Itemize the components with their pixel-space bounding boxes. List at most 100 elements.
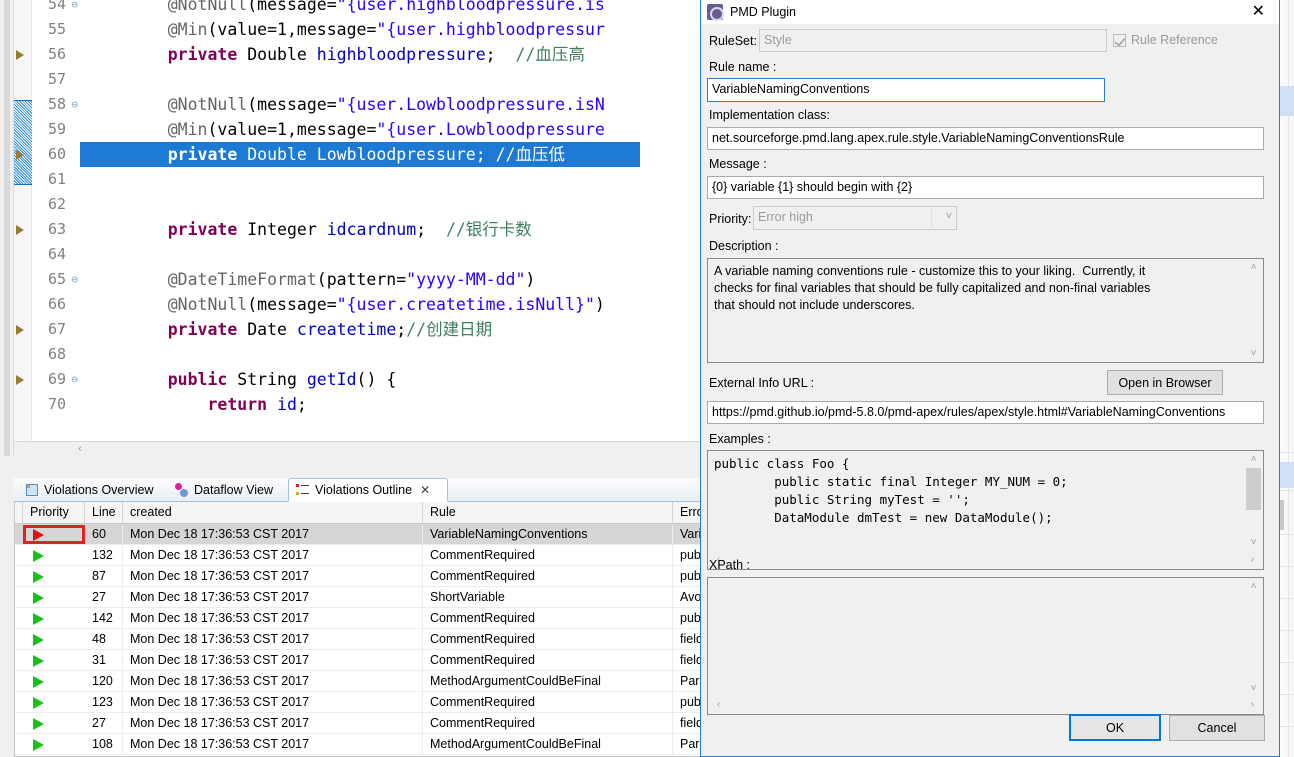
- code-token: "yyyy-MM-dd": [406, 270, 526, 289]
- fold-toggle-icon[interactable]: ⊖: [71, 367, 78, 392]
- description-textarea[interactable]: A variable naming conventions rule - cus…: [707, 258, 1264, 363]
- table-row[interactable]: 123 Mon Dec 18 17:36:53 CST 2017 CommentRe…: [15, 692, 706, 713]
- table-row[interactable]: 142 Mon Dec 18 17:36:53 CST 2017 CommentRe…: [15, 608, 706, 629]
- column-header-line[interactable]: Line: [85, 502, 123, 523]
- fold-toggle-icon[interactable]: ⊖: [71, 267, 78, 292]
- scroll-left-icon[interactable]: ‹: [711, 697, 726, 713]
- tab-violations-overview[interactable]: Violations Overview: [18, 478, 168, 502]
- code-token: (value=: [207, 120, 278, 139]
- code-line[interactable]: [80, 342, 128, 367]
- code-line[interactable]: [80, 67, 128, 92]
- cell-rule: MethodArgumentCouldBeFinal: [423, 734, 673, 754]
- code-line[interactable]: @NotNull(message="{user.createtime.isNul…: [80, 292, 605, 317]
- examples-horizontal-scrollbar[interactable]: ‹ ›: [709, 552, 1262, 568]
- implementation-class-label: Implementation class:: [709, 108, 830, 122]
- examples-vertical-scrollbar[interactable]: ˄ ˅: [1245, 452, 1262, 568]
- tab-close-icon[interactable]: ✕: [420, 483, 430, 497]
- code-line[interactable]: public String getId() {: [80, 367, 397, 392]
- xpath-vertical-scrollbar[interactable]: ˄ ˅: [1245, 579, 1262, 696]
- scroll-right-icon[interactable]: ›: [1245, 552, 1260, 568]
- code-line[interactable]: [80, 242, 128, 267]
- column-header-rule[interactable]: Rule: [423, 502, 673, 523]
- code-token: @Min: [167, 120, 208, 139]
- column-header-created[interactable]: created: [123, 502, 423, 523]
- code-line[interactable]: @NotNull(message="{user.highbloodpressur…: [80, 0, 605, 17]
- dialog-title: PMD Plugin: [730, 5, 796, 19]
- tab-violations-outline[interactable]: Violations Outline ✕: [288, 478, 448, 502]
- violations-outline-icon: [296, 483, 310, 497]
- table-body[interactable]: 60 Mon Dec 18 17:36:53 CST 2017 VariableNa…: [15, 524, 706, 755]
- table-row[interactable]: 108 Mon Dec 18 17:36:53 CST 2017 MethodArg…: [15, 734, 706, 755]
- breakpoint-marker-icon[interactable]: [16, 150, 24, 160]
- code-line[interactable]: private Date createtime;//创建日期: [80, 317, 492, 342]
- table-row[interactable]: 48 Mon Dec 18 17:36:53 CST 2017 CommentReq…: [15, 629, 706, 650]
- xpath-horizontal-scrollbar[interactable]: ‹ ›: [709, 697, 1262, 713]
- message-label: Message :: [709, 157, 767, 171]
- scroll-up-icon[interactable]: ˄: [1245, 260, 1262, 275]
- column-header-priority[interactable]: Priority: [23, 502, 85, 523]
- scroll-up-icon[interactable]: ˄: [1245, 579, 1262, 594]
- breakpoint-marker-icon[interactable]: [16, 375, 24, 385]
- code-token: id: [277, 395, 297, 414]
- scrollbar-thumb[interactable]: [1246, 468, 1261, 510]
- cancel-button[interactable]: Cancel: [1169, 715, 1265, 741]
- xpath-textarea[interactable]: ˄ ˅ ‹ ›: [707, 577, 1264, 715]
- code-token: private: [167, 145, 238, 164]
- table-row[interactable]: 31 Mon Dec 18 17:36:53 CST 2017 CommentReq…: [15, 650, 706, 671]
- fold-toggle-icon[interactable]: ⊖: [71, 0, 78, 17]
- code-line[interactable]: @NotNull(message="{user.Lowbloodpressure…: [80, 92, 605, 117]
- code-line[interactable]: private Double highbloodpressure; //血压高: [80, 42, 585, 67]
- code-line[interactable]: @DateTimeFormat(pattern="yyyy-MM-dd"): [80, 267, 536, 292]
- breakpoint-marker-icon[interactable]: [16, 50, 24, 60]
- table-row[interactable]: 120 Mon Dec 18 17:36:53 CST 2017 MethodArg…: [15, 671, 706, 692]
- code-line[interactable]: [80, 192, 128, 217]
- breakpoint-marker-icon[interactable]: [16, 325, 24, 335]
- priority-green-icon: [33, 739, 44, 751]
- scroll-left-icon[interactable]: ‹: [78, 443, 82, 455]
- scroll-down-icon[interactable]: ˅: [1245, 535, 1262, 550]
- rule-name-input[interactable]: VariableNamingConventions: [707, 78, 1105, 102]
- code-token: ): [594, 295, 605, 314]
- ok-button[interactable]: OK: [1069, 714, 1161, 741]
- description-vertical-scrollbar[interactable]: ˄ ˅: [1245, 260, 1262, 361]
- priority-select[interactable]: Error high ˅: [753, 206, 957, 230]
- rule-reference-checkbox[interactable]: Rule Reference: [1113, 33, 1218, 47]
- chevron-down-icon[interactable]: ˅: [946, 209, 952, 226]
- table-row[interactable]: 27 Mon Dec 18 17:36:53 CST 2017 ShortVaria…: [15, 587, 706, 608]
- dataflow-view-icon: [175, 483, 189, 497]
- code-line[interactable]: return id;: [80, 392, 306, 417]
- code-line[interactable]: @Min(value=1,message="{user.Lowbloodpres…: [80, 117, 605, 142]
- close-icon[interactable]: ✕: [1244, 2, 1273, 22]
- table-row[interactable]: 132 Mon Dec 18 17:36:53 CST 2017 CommentRe…: [15, 545, 706, 566]
- violations-outline-table[interactable]: Priority Line created Rule Error 60 Mon Dec 1…: [14, 502, 707, 757]
- open-in-browser-button[interactable]: Open in Browser: [1107, 370, 1223, 395]
- editor-marker-ruler[interactable]: [14, 0, 32, 442]
- scroll-down-icon[interactable]: ˅: [1245, 681, 1262, 696]
- rule-reference-label: Rule Reference: [1131, 33, 1218, 47]
- external-info-url-input[interactable]: https://pmd.github.io/pmd-5.8.0/pmd-apex…: [707, 401, 1264, 424]
- breakpoint-marker-icon[interactable]: [16, 225, 24, 235]
- cell-created: Mon Dec 18 17:36:53 CST 2017: [123, 629, 423, 649]
- editor-code-area[interactable]: @NotNull(message="{user.highbloodpressur…: [80, 0, 707, 442]
- editor-horizontal-scrollbar[interactable]: ‹: [14, 441, 707, 456]
- tab-dataflow-view[interactable]: Dataflow View: [168, 478, 288, 502]
- table-row[interactable]: 60 Mon Dec 18 17:36:53 CST 2017 VariableNa…: [15, 524, 706, 545]
- scroll-up-icon[interactable]: ˄: [1245, 452, 1262, 467]
- table-row[interactable]: 27 Mon Dec 18 17:36:53 CST 2017 CommentReq…: [15, 713, 706, 734]
- examples-textarea[interactable]: public class Foo { public static final I…: [707, 450, 1264, 570]
- message-input[interactable]: {0} variable {1} should begin with {2}: [707, 176, 1264, 199]
- implementation-class-input[interactable]: net.sourceforge.pmd.lang.apex.rule.style…: [707, 127, 1264, 150]
- code-line[interactable]: private Integer idcardnum; //银行卡数: [80, 217, 532, 242]
- fold-toggle-icon[interactable]: ⊖: [71, 92, 78, 117]
- line-number: 62: [47, 195, 66, 213]
- code-line[interactable]: [80, 167, 128, 192]
- table-row[interactable]: 87 Mon Dec 18 17:36:53 CST 2017 CommentReq…: [15, 566, 706, 587]
- scroll-down-icon[interactable]: ˅: [1245, 346, 1262, 361]
- code-line[interactable]: @Min(value=1,message="{user.highbloodpre…: [80, 17, 605, 42]
- scroll-right-icon[interactable]: ›: [1245, 697, 1260, 713]
- priority-green-icon: [33, 697, 44, 709]
- priority-green-icon: [33, 718, 44, 730]
- code-line[interactable]: private Double Lowbloodpressure; //血压低: [80, 142, 640, 167]
